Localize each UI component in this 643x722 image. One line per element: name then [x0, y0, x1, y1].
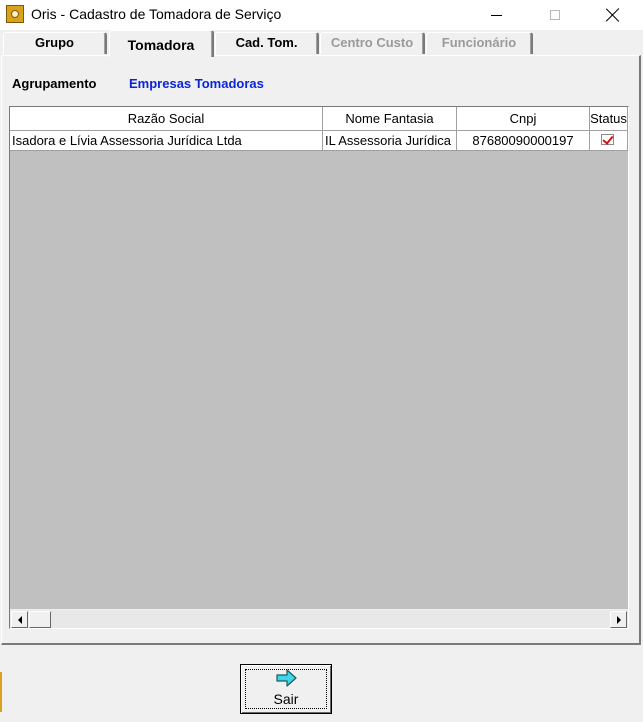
grid-header: Razão Social Nome Fantasia Cnpj Status — [10, 107, 628, 131]
title-bar: Oris - Cadastro de Tomadora de Serviço — [0, 0, 643, 30]
agrupamento-value: Empresas Tomadoras — [129, 76, 264, 91]
tomadora-grid[interactable]: Razão Social Nome Fantasia Cnpj Status I… — [9, 106, 629, 629]
cell-status[interactable] — [590, 131, 628, 151]
cell-cnpj[interactable]: 87680090000197 — [457, 131, 590, 151]
tab-tomadora[interactable]: Tomadora — [109, 30, 214, 57]
scroll-thumb[interactable] — [29, 611, 51, 628]
maximize-icon — [550, 10, 560, 20]
window-title: Oris - Cadastro de Tomadora de Serviço — [31, 6, 282, 22]
sair-label: Sair — [273, 691, 299, 707]
agrupamento-label: Agrupamento — [12, 76, 97, 91]
minimize-button[interactable] — [473, 0, 519, 30]
scroll-left-button[interactable] — [11, 611, 28, 628]
tab-centro-custo: Centro Custo — [320, 32, 425, 54]
arrow-right-icon — [616, 615, 621, 624]
arrow-left-icon — [17, 615, 22, 624]
minimize-icon — [490, 14, 502, 16]
tab-cad-tom[interactable]: Cad. Tom. — [215, 32, 319, 54]
column-header-razao-social[interactable]: Razão Social — [10, 107, 323, 131]
close-button[interactable] — [590, 0, 636, 30]
table-row[interactable]: Isadora e Lívia Assessoria Jurídica Ltda… — [10, 131, 628, 151]
column-header-cnpj[interactable]: Cnpj — [457, 107, 590, 131]
scroll-right-button[interactable] — [610, 611, 627, 628]
arrow-right-icon — [276, 669, 297, 687]
maximize-button — [532, 0, 578, 30]
background-window-edge — [0, 672, 2, 712]
cell-nome-fantasia[interactable]: IL Assessoria Jurídica — [323, 131, 457, 151]
sair-button[interactable]: Sair — [240, 664, 332, 714]
app-icon[interactable] — [6, 5, 24, 23]
cell-razao-social[interactable]: Isadora e Lívia Assessoria Jurídica Ltda — [10, 131, 323, 151]
column-header-status[interactable]: Status — [590, 107, 628, 131]
column-header-nome-fantasia[interactable]: Nome Fantasia — [323, 107, 457, 131]
status-checkbox-icon[interactable] — [601, 134, 614, 145]
tab-grupo[interactable]: Grupo — [3, 32, 107, 54]
horizontal-scrollbar[interactable] — [10, 609, 628, 628]
tab-panel: Agrupamento Empresas Tomadoras Razão Soc… — [1, 55, 641, 645]
tab-funcionario: Funcionário — [426, 32, 533, 54]
close-icon — [606, 8, 620, 22]
